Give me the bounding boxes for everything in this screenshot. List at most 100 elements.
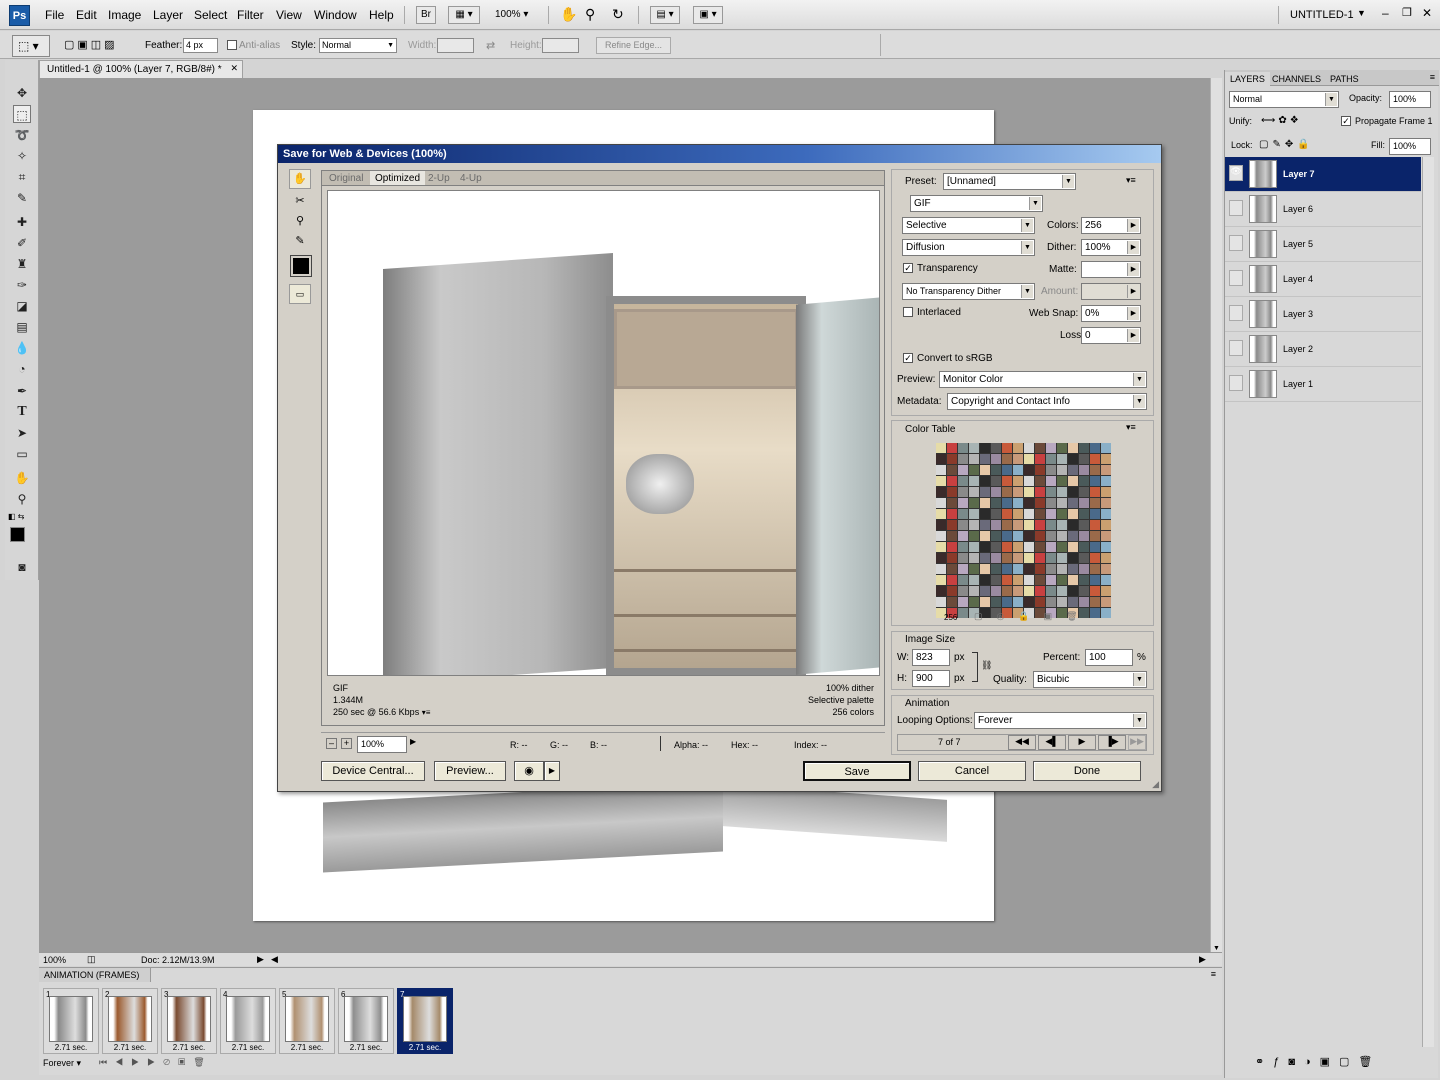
color-swatch[interactable] (1035, 564, 1045, 574)
color-swatch[interactable] (1002, 454, 1012, 464)
refine-edge-button[interactable]: Refine Edge... (596, 37, 671, 54)
vertical-scrollbar[interactable]: ▼ (1210, 78, 1222, 952)
menu-layer[interactable]: Layer (153, 8, 183, 22)
color-swatch[interactable] (980, 498, 990, 508)
color-swatch[interactable] (1101, 564, 1111, 574)
frame-delay[interactable]: 2.71 sec. (339, 1043, 393, 1052)
colors-input[interactable]: 256 ▶ (1081, 217, 1141, 234)
color-swatch[interactable] (1101, 476, 1111, 486)
color-swatch[interactable] (958, 520, 968, 530)
color-swatch[interactable] (1057, 520, 1067, 530)
resize-grip-icon[interactable]: ◢ (1152, 779, 1159, 790)
color-swatch[interactable] (1079, 553, 1089, 563)
color-swatch[interactable] (1024, 509, 1034, 519)
color-swatch[interactable] (991, 575, 1001, 585)
color-swatch[interactable] (1079, 509, 1089, 519)
close-document-icon[interactable]: ✕ (230, 63, 238, 74)
color-swatch[interactable] (1079, 476, 1089, 486)
color-swatch[interactable] (991, 487, 1001, 497)
menu-window[interactable]: Window (314, 8, 357, 22)
color-swatch[interactable] (1068, 564, 1078, 574)
color-swatch[interactable] (969, 586, 979, 596)
color-swatch[interactable] (947, 476, 957, 486)
tab-4-up[interactable]: 4-Up (455, 171, 487, 185)
optimize-menu-icon[interactable]: ▾≡ (1126, 175, 1136, 186)
color-swatch[interactable] (958, 509, 968, 519)
opacity-input[interactable]: 100% (1389, 91, 1431, 108)
zoom-level-input[interactable]: 100% (357, 736, 407, 753)
type-tool-icon[interactable]: T (13, 403, 31, 421)
menu-file[interactable]: File (45, 8, 64, 22)
color-swatch[interactable] (947, 465, 957, 475)
color-swatch[interactable] (980, 520, 990, 530)
color-swatch[interactable] (1101, 454, 1111, 464)
color-swatch[interactable] (969, 575, 979, 585)
eyedropper-color-swatch[interactable] (290, 255, 312, 277)
zoom-tool-icon[interactable]: ⚲ (585, 6, 595, 23)
color-swatch[interactable] (1101, 509, 1111, 519)
lock-icons[interactable]: ▢✎✥🔒 (1259, 139, 1314, 150)
close-icon[interactable]: ✕ (1422, 6, 1432, 20)
color-swatch[interactable] (1035, 531, 1045, 541)
color-swatch[interactable] (1024, 586, 1034, 596)
color-swatch[interactable] (1101, 443, 1111, 453)
color-swatch[interactable] (1046, 443, 1056, 453)
matte-select[interactable]: ▶ (1081, 261, 1141, 278)
height-input[interactable]: 900 (912, 670, 950, 687)
color-swatch[interactable] (1002, 553, 1012, 563)
color-swatch[interactable] (1024, 564, 1034, 574)
layer-row[interactable]: Layer 6 (1225, 192, 1421, 227)
scroll-left-icon[interactable]: ◀ (271, 954, 278, 965)
color-swatch[interactable] (1002, 509, 1012, 519)
color-swatch[interactable] (1057, 465, 1067, 475)
zoom-in-icon[interactable]: + (341, 738, 352, 749)
playback-controls[interactable]: ⏮◀▶▶⊘▣🗑 (99, 1057, 213, 1068)
color-swatch[interactable] (1013, 531, 1023, 541)
color-swatch[interactable] (991, 465, 1001, 475)
color-swatch[interactable] (980, 476, 990, 486)
color-swatch[interactable] (1090, 443, 1100, 453)
color-swatch[interactable] (1035, 465, 1045, 475)
color-swatch[interactable] (1079, 465, 1089, 475)
color-swatch[interactable] (1090, 520, 1100, 530)
color-swatch[interactable] (958, 597, 968, 607)
gradient-tool-icon[interactable]: ▤ (13, 318, 31, 336)
tab-optimized[interactable]: Optimized (370, 171, 426, 185)
color-swatch[interactable] (1013, 454, 1023, 464)
visibility-eye-icon[interactable]: 👁 (1229, 165, 1243, 181)
color-swatch[interactable] (980, 553, 990, 563)
color-swatch[interactable] (1068, 454, 1078, 464)
animation-frame[interactable]: 3 2.71 sec. (161, 988, 217, 1054)
color-swatch[interactable] (1002, 487, 1012, 497)
color-swatch[interactable] (1068, 586, 1078, 596)
style-select[interactable]: Normal ▼ (319, 38, 397, 53)
color-swatch[interactable] (1013, 443, 1023, 453)
eyedropper-icon[interactable]: ✎ (289, 231, 311, 251)
color-swatch[interactable] (1057, 564, 1067, 574)
color-swatch[interactable] (980, 586, 990, 596)
scroll-down-icon[interactable]: ▼ (1213, 945, 1220, 952)
color-swatch[interactable] (1090, 476, 1100, 486)
color-swatch[interactable] (991, 454, 1001, 464)
color-swatch[interactable] (1079, 498, 1089, 508)
last-frame-icon[interactable]: ▶▶ (1128, 735, 1146, 750)
color-swatch[interactable] (980, 597, 990, 607)
color-swatch[interactable] (1013, 553, 1023, 563)
panel-menu-icon[interactable]: ≡ (1430, 72, 1435, 82)
color-swatch[interactable] (1090, 564, 1100, 574)
visibility-eye-icon[interactable] (1229, 200, 1243, 216)
clone-stamp-icon[interactable]: ♜ (13, 255, 31, 273)
color-swatch[interactable] (1068, 531, 1078, 541)
color-table-menu-icon[interactable]: ▾≡ (1126, 422, 1136, 433)
color-swatch[interactable] (1035, 520, 1045, 530)
color-swatch[interactable] (936, 509, 946, 519)
color-swatch[interactable] (947, 531, 957, 541)
device-central-button[interactable]: Device Central... (321, 761, 425, 781)
marquee-tool-icon[interactable]: ⬚ (13, 105, 31, 123)
color-swatch[interactable] (1002, 564, 1012, 574)
color-swatch[interactable] (1057, 498, 1067, 508)
color-swatch[interactable] (958, 443, 968, 453)
color-swatch[interactable] (1057, 509, 1067, 519)
color-swatch[interactable] (936, 476, 946, 486)
animation-panel-tab[interactable]: ANIMATION (FRAMES) (39, 968, 151, 982)
